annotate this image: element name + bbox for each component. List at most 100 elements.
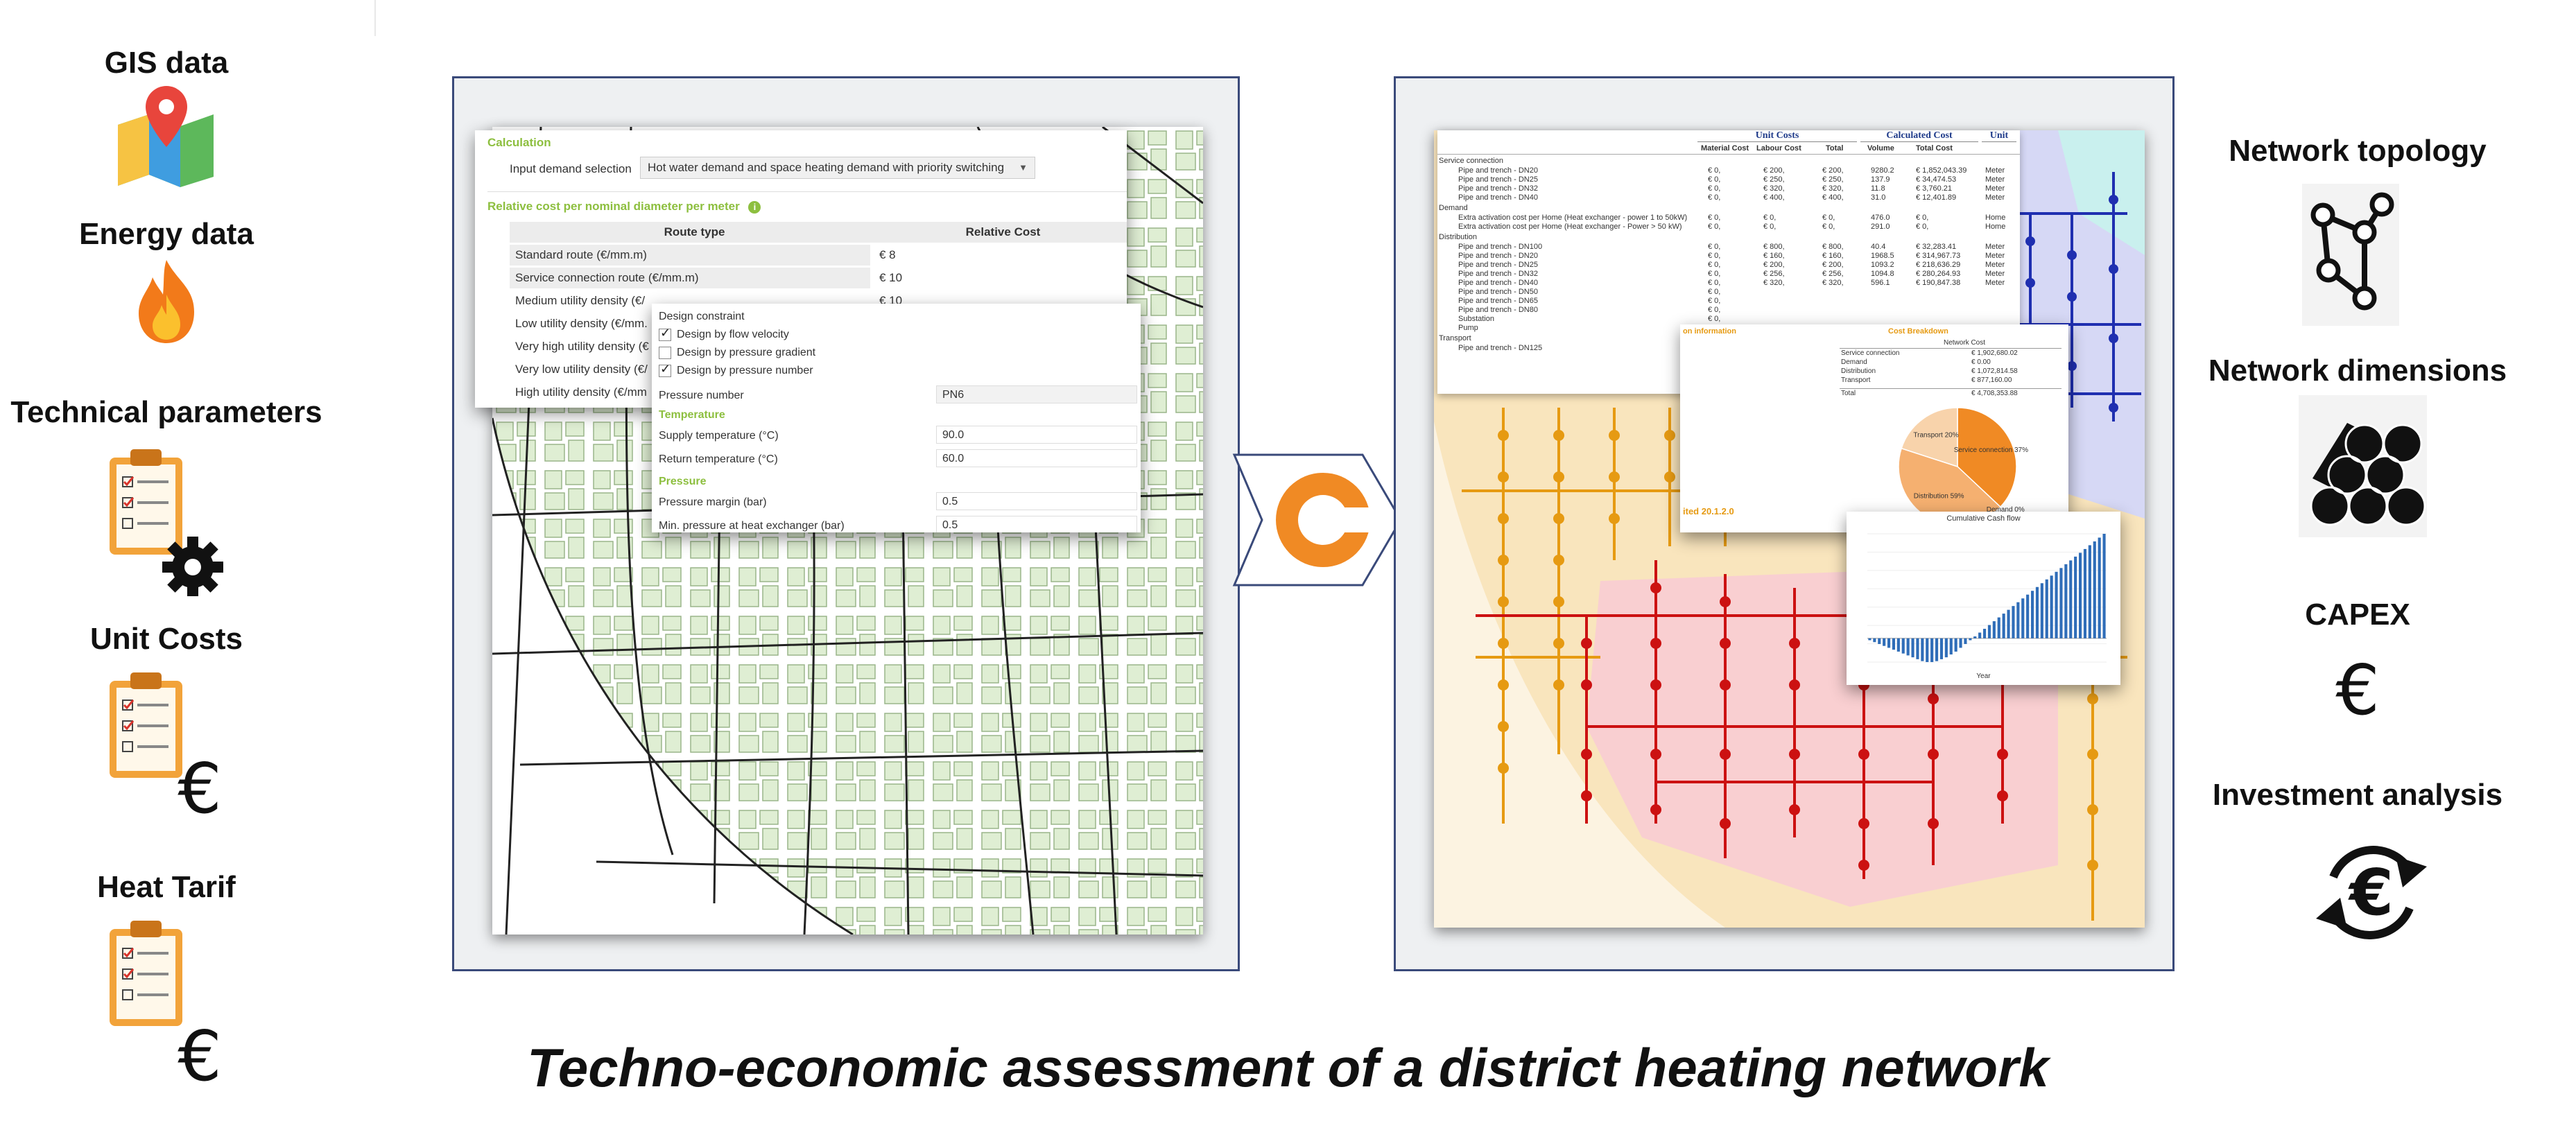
relative-cost-cell[interactable]: € 10 — [874, 268, 1127, 288]
labour-cost: € 200, — [1763, 166, 1785, 175]
breakdown-name: Transport — [1841, 376, 1871, 384]
section-name: Transport — [1439, 334, 1471, 342]
option-pressure-number[interactable]: Design by pressure number — [659, 362, 813, 377]
material-cost: € 0, — [1708, 166, 1721, 175]
labour-cost: € 0, — [1763, 223, 1777, 231]
network-graph-icon — [2302, 184, 2399, 326]
cash-flow-bar — [1973, 636, 1977, 638]
table-header-row: Route type Relative Cost — [510, 222, 1127, 243]
labour-cost: € 400, — [1763, 193, 1785, 202]
spreadsheet-section-row: Service connection — [1437, 155, 2020, 166]
volume: 596.1 — [1871, 279, 1890, 287]
breakdown-value: € 4,708,353.88 — [1971, 390, 2018, 397]
col-total: Total — [1826, 144, 1844, 153]
cash-flow-bar — [2007, 609, 2010, 638]
input-demand-select[interactable]: Hot water demand and space heating deman… — [640, 157, 1035, 179]
col-header-cost: Relative Cost — [965, 225, 1041, 238]
cash-flow-bar — [1949, 638, 1953, 655]
table-row[interactable]: Service connection route (€/mm.m) € 10 — [510, 268, 1127, 288]
option-flow-velocity[interactable]: Design by flow velocity — [659, 326, 789, 341]
breakdown-value: € 1,072,814.58 — [1971, 367, 2018, 375]
item-name: Pipe and trench - DN32 — [1458, 184, 1538, 193]
labour-cost: € 256, — [1763, 270, 1785, 278]
labour-cost: € 160, — [1763, 252, 1785, 260]
output-label-investment: Investment analysis — [2212, 778, 2503, 812]
checkbox-checked[interactable] — [659, 326, 671, 341]
cash-flow-bar — [1878, 638, 1881, 644]
table-row: Pipe and trench - DN25 € 0, € 250, € 250, 13… — [1437, 175, 2020, 184]
cash-flow-bar — [2012, 606, 2015, 638]
breakdown-value: € 1,902,680.02 — [1971, 349, 2018, 357]
unit: Meter — [1985, 261, 2005, 269]
cash-flow-bar — [1911, 638, 1914, 658]
material-cost: € 0, — [1708, 252, 1721, 260]
relative-cost-cell[interactable]: € 8 — [874, 245, 1127, 266]
unit: Meter — [1985, 184, 2005, 193]
option-label: Design by pressure gradient — [677, 347, 816, 359]
cash-flow-bar — [1969, 638, 1972, 641]
cash-flow-title: Cumulative Cash flow — [1946, 514, 2021, 523]
breakdown-name: Total — [1841, 390, 1856, 397]
option-pressure-gradient[interactable]: Design by pressure gradient — [659, 347, 815, 359]
breakdown-header: Network Cost — [1840, 338, 2061, 349]
table-row[interactable]: Standard route (€/mm.m) € 8 — [510, 245, 1127, 266]
total-cost: € 190,847.38 — [1916, 279, 1961, 287]
output-label-dimensions: Network dimensions — [2208, 354, 2507, 388]
cash-flow-bar — [2002, 614, 2005, 638]
section-temperature: Temperature — [659, 409, 725, 421]
input-label-unit-costs: Unit Costs — [90, 622, 243, 656]
cash-flow-bar — [2098, 537, 2101, 638]
labour-cost: € 250, — [1763, 175, 1785, 184]
section-pressure: Pressure — [659, 476, 707, 487]
section-calculation: Calculation — [487, 136, 551, 149]
design-constraint-label: Design constraint — [659, 311, 745, 322]
total: € 800, — [1822, 243, 1844, 251]
pressure-number-select[interactable]: PN6 — [936, 385, 1137, 403]
total-cost: € 314,967.73 — [1916, 252, 1961, 260]
supply-temperature-input[interactable]: 90.0 — [936, 426, 1137, 444]
breakdown-name: Service connection — [1841, 349, 1900, 357]
table-row: Pipe and trench - DN20 € 0, € 200, € 200, 92… — [1437, 166, 2020, 175]
cash-flow-bar — [1906, 638, 1910, 656]
info-section-title: on information — [1683, 327, 1736, 336]
total: € 200, — [1822, 261, 1844, 269]
total: € 0, — [1822, 223, 1835, 231]
checkbox-unchecked[interactable] — [659, 347, 671, 359]
total: € 400, — [1822, 193, 1844, 202]
pie-label: Transport 20% — [1913, 431, 1958, 439]
col-labour-cost: Labour Cost — [1756, 144, 1801, 153]
return-temperature-input[interactable]: 60.0 — [936, 449, 1137, 467]
svg-text:€: € — [2348, 855, 2394, 930]
spreadsheet-section-row: Demand — [1437, 202, 2020, 214]
cash-flow-bar — [2069, 560, 2073, 638]
cash-flow-bar — [2016, 602, 2020, 638]
material-cost: € 0, — [1708, 279, 1721, 287]
volume: 31.0 — [1871, 193, 1886, 202]
table-row: Extra activation cost per Home (Heat exc… — [1437, 223, 2020, 232]
cash-flow-bar — [1987, 625, 1991, 638]
total-cost: € 280,264.93 — [1916, 270, 1961, 278]
option-label: Design by flow velocity — [677, 329, 789, 341]
col-volume: Volume — [1867, 144, 1894, 153]
cash-flow-bar — [1964, 638, 1967, 644]
input-label-gis: GIS data — [104, 46, 229, 80]
checkbox-checked[interactable] — [659, 362, 671, 377]
output-label-topology: Network topology — [2229, 134, 2487, 168]
design-constraint-card: Design constraint Design by flow velocit… — [652, 304, 1141, 532]
cash-flow-bar — [1939, 638, 1944, 659]
supply-temperature-label: Supply temperature (°C) — [659, 430, 779, 442]
option-label: Design by pressure number — [677, 365, 813, 377]
cash-flow-bar — [2074, 556, 2077, 638]
material-cost: € 0, — [1708, 184, 1721, 193]
item-name: Pipe and trench - DN25 — [1458, 261, 1538, 269]
pressure-margin-input[interactable]: 0.5 — [936, 492, 1137, 510]
unit: Meter — [1985, 243, 2005, 251]
material-cost: € 0, — [1708, 223, 1721, 231]
min-pressure-label: Min. pressure at heat exchanger (bar) — [659, 520, 845, 532]
section-name: Service connection — [1439, 157, 1503, 165]
min-pressure-input[interactable]: 0.5 — [936, 516, 1137, 532]
volume: 9280.2 — [1871, 166, 1894, 175]
euro-cycle-icon: € — [2316, 846, 2427, 939]
table-row: Pipe and trench - DN32 € 0, € 320, € 320, 11… — [1437, 184, 2020, 193]
table-row: Substation € 0, — [1437, 315, 2020, 324]
